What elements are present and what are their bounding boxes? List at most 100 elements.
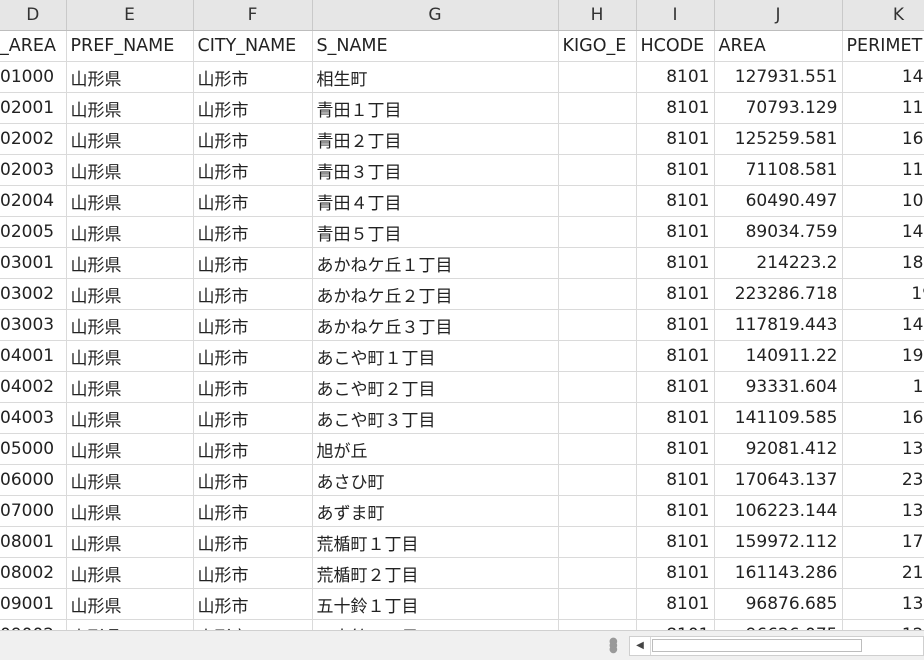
table-cell[interactable]: 92081.412 bbox=[714, 433, 843, 465]
table-cell[interactable]: あかねケ丘３丁目 bbox=[312, 309, 559, 341]
table-cell[interactable]: 02005 bbox=[0, 216, 67, 248]
table-cell[interactable]: 山形県 bbox=[66, 619, 194, 630]
table-cell[interactable]: 山形市 bbox=[193, 154, 313, 186]
table-cell[interactable]: 山形県 bbox=[66, 61, 194, 93]
table-cell[interactable]: 山形県 bbox=[66, 526, 194, 558]
table-cell[interactable]: 170643.137 bbox=[714, 464, 843, 496]
table-cell[interactable]: 青田２丁目 bbox=[312, 123, 559, 155]
table-cell[interactable]: 山形市 bbox=[193, 371, 313, 403]
table-cell[interactable]: 山形県 bbox=[66, 185, 194, 217]
table-cell[interactable]: 02001 bbox=[0, 92, 67, 124]
column-header-f[interactable]: F bbox=[193, 0, 313, 31]
table-cell[interactable]: 1417. bbox=[842, 309, 924, 341]
table-cell[interactable]: 山形県 bbox=[66, 433, 194, 465]
horizontal-scrollbar[interactable]: ◀ bbox=[629, 636, 924, 656]
table-cell[interactable] bbox=[558, 185, 637, 217]
table-cell[interactable]: 山形市 bbox=[193, 92, 313, 124]
column-header-h[interactable]: H bbox=[558, 0, 637, 31]
table-cell[interactable]: 8101 bbox=[636, 123, 715, 155]
table-cell[interactable]: 8101 bbox=[636, 433, 715, 465]
table-cell[interactable]: 山形県 bbox=[66, 464, 194, 496]
table-cell[interactable]: 相生町 bbox=[312, 61, 559, 93]
table-cell[interactable]: 1385. bbox=[842, 495, 924, 527]
table-cell[interactable]: 山形県 bbox=[66, 309, 194, 341]
table-cell[interactable]: 山形県 bbox=[66, 402, 194, 434]
table-cell[interactable]: 2340. bbox=[842, 464, 924, 496]
table-cell[interactable]: 03002 bbox=[0, 278, 67, 310]
table-cell[interactable]: 8101 bbox=[636, 588, 715, 620]
table-cell[interactable]: 山形県 bbox=[66, 371, 194, 403]
table-cell[interactable]: 02003 bbox=[0, 154, 67, 186]
table-cell[interactable]: 02004 bbox=[0, 185, 67, 217]
table-cell[interactable]: 8101 bbox=[636, 216, 715, 248]
field-name-cell[interactable]: CITY_NAME bbox=[193, 30, 313, 62]
table-cell[interactable]: 01000 bbox=[0, 61, 67, 93]
table-cell[interactable]: 05000 bbox=[0, 433, 67, 465]
table-cell[interactable]: 山形県 bbox=[66, 216, 194, 248]
table-cell[interactable]: 1384. bbox=[842, 433, 924, 465]
column-header-e[interactable]: E bbox=[66, 0, 194, 31]
field-name-cell[interactable]: KIGO_E bbox=[558, 30, 637, 62]
table-cell[interactable]: 89034.759 bbox=[714, 216, 843, 248]
table-cell[interactable]: 214223.2 bbox=[714, 247, 843, 279]
table-cell[interactable]: 148. bbox=[842, 371, 924, 403]
grip-dots-icon[interactable]: ● ● ● bbox=[609, 637, 618, 655]
table-cell[interactable] bbox=[558, 216, 637, 248]
table-cell[interactable]: 06000 bbox=[0, 464, 67, 496]
table-cell[interactable]: 140911.22 bbox=[714, 340, 843, 372]
scroll-thumb[interactable] bbox=[652, 639, 862, 652]
table-cell[interactable]: 159972.112 bbox=[714, 526, 843, 558]
table-cell[interactable] bbox=[558, 588, 637, 620]
table-cell[interactable]: 04001 bbox=[0, 340, 67, 372]
table-cell[interactable]: 青田５丁目 bbox=[312, 216, 559, 248]
table-cell[interactable]: 03001 bbox=[0, 247, 67, 279]
table-cell[interactable]: 1142. bbox=[842, 92, 924, 124]
table-cell[interactable]: 荒楯町１丁目 bbox=[312, 526, 559, 558]
table-cell[interactable] bbox=[558, 433, 637, 465]
table-cell[interactable] bbox=[558, 278, 637, 310]
table-cell[interactable]: 山形市 bbox=[193, 526, 313, 558]
table-cell[interactable] bbox=[558, 154, 637, 186]
column-header-i[interactable]: I bbox=[636, 0, 715, 31]
table-cell[interactable]: 161143.286 bbox=[714, 557, 843, 589]
table-cell[interactable]: 09002 bbox=[0, 619, 67, 630]
table-cell[interactable]: 193( bbox=[842, 278, 924, 310]
table-cell[interactable]: 96626.075 bbox=[714, 619, 843, 630]
table-cell[interactable]: 山形市 bbox=[193, 340, 313, 372]
table-cell[interactable]: 山形市 bbox=[193, 464, 313, 496]
table-cell[interactable]: 1084. bbox=[842, 185, 924, 217]
table-cell[interactable]: 1271. bbox=[842, 619, 924, 630]
table-cell[interactable]: 08001 bbox=[0, 526, 67, 558]
table-cell[interactable]: 8101 bbox=[636, 61, 715, 93]
table-cell[interactable]: 223286.718 bbox=[714, 278, 843, 310]
field-name-cell[interactable]: PREF_NAME bbox=[66, 30, 194, 62]
table-cell[interactable]: 8101 bbox=[636, 402, 715, 434]
table-cell[interactable]: あこや町１丁目 bbox=[312, 340, 559, 372]
table-cell[interactable]: 山形市 bbox=[193, 433, 313, 465]
table-cell[interactable]: 山形県 bbox=[66, 495, 194, 527]
field-name-cell[interactable]: PERIMET bbox=[842, 30, 924, 62]
table-cell[interactable]: 8101 bbox=[636, 464, 715, 496]
table-cell[interactable]: 93331.604 bbox=[714, 371, 843, 403]
table-cell[interactable]: 08002 bbox=[0, 557, 67, 589]
table-cell[interactable]: 07000 bbox=[0, 495, 67, 527]
table-cell[interactable]: 青田３丁目 bbox=[312, 154, 559, 186]
field-name-cell[interactable]: _AREA bbox=[0, 30, 67, 62]
table-cell[interactable]: 125259.581 bbox=[714, 123, 843, 155]
table-cell[interactable]: 山形市 bbox=[193, 185, 313, 217]
table-cell[interactable]: 8101 bbox=[636, 185, 715, 217]
table-cell[interactable]: 五十鈴２丁目 bbox=[312, 619, 559, 630]
table-cell[interactable]: 山形県 bbox=[66, 154, 194, 186]
table-cell[interactable]: 山形市 bbox=[193, 402, 313, 434]
table-cell[interactable]: 1947. bbox=[842, 340, 924, 372]
table-cell[interactable]: 8101 bbox=[636, 526, 715, 558]
table-cell[interactable]: 1494. bbox=[842, 216, 924, 248]
table-cell[interactable]: 1449. bbox=[842, 61, 924, 93]
table-cell[interactable]: 117819.443 bbox=[714, 309, 843, 341]
table-cell[interactable]: 8101 bbox=[636, 92, 715, 124]
table-cell[interactable]: 山形市 bbox=[193, 557, 313, 589]
table-cell[interactable]: 山形県 bbox=[66, 588, 194, 620]
table-cell[interactable]: あさひ町 bbox=[312, 464, 559, 496]
table-cell[interactable]: 山形市 bbox=[193, 216, 313, 248]
field-name-cell[interactable]: S_NAME bbox=[312, 30, 559, 62]
